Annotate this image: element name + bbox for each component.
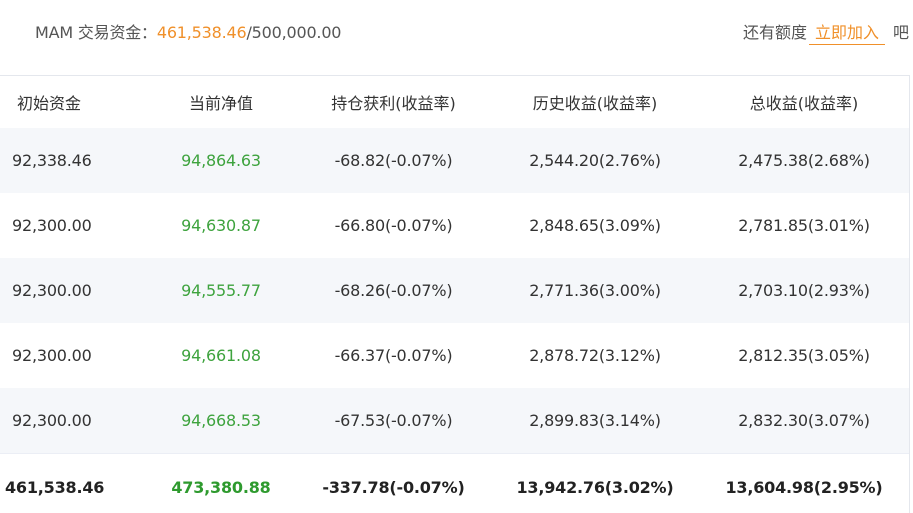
cell-position-profit: -66.80(-0.07%) bbox=[296, 193, 491, 258]
funds-label: MAM 交易资金： bbox=[35, 23, 157, 42]
cell-initial-funds: 92,300.00 bbox=[0, 258, 146, 323]
column-header-net-value: 当前净值 bbox=[146, 76, 296, 128]
top-bar: MAM 交易资金：461,538.46/500,000.00 还有额度 立即加入… bbox=[0, 0, 913, 62]
funds-table-container: 初始资金 当前净值 持仓获利(收益率) 历史收益(收益率) 总收益(收益率) 9… bbox=[0, 75, 910, 513]
cell-net-value: 94,864.63 bbox=[146, 128, 296, 193]
quota-text: 还有额度 bbox=[742, 23, 807, 42]
table-row: 92,300.00 94,661.08 -66.37(-0.07%) 2,878… bbox=[0, 323, 909, 388]
cell-total-profit: 2,475.38(2.68%) bbox=[699, 128, 909, 193]
total-net-value: 473,380.88 bbox=[146, 452, 296, 513]
cell-position-profit: -68.26(-0.07%) bbox=[296, 258, 491, 323]
column-header-history-profit: 历史收益(收益率) bbox=[491, 76, 699, 128]
total-initial-funds: 461,538.46 bbox=[0, 452, 146, 513]
funds-table: 初始资金 当前净值 持仓获利(收益率) 历史收益(收益率) 总收益(收益率) 9… bbox=[0, 76, 909, 513]
mam-funds-summary: MAM 交易资金：461,538.46/500,000.00 bbox=[35, 19, 341, 43]
table-row: 92,300.00 94,668.53 -67.53(-0.07%) 2,899… bbox=[0, 388, 909, 453]
column-header-position-profit: 持仓获利(收益率) bbox=[296, 76, 491, 128]
cell-initial-funds: 92,300.00 bbox=[0, 388, 146, 453]
cell-position-profit: -66.37(-0.07%) bbox=[296, 323, 491, 388]
cell-position-profit: -67.53(-0.07%) bbox=[296, 388, 491, 453]
cell-initial-funds: 92,300.00 bbox=[0, 193, 146, 258]
quota-suffix: 吧 bbox=[892, 23, 909, 42]
quota-notice: 还有额度 立即加入 吧 bbox=[743, 19, 909, 45]
cell-net-value: 94,661.08 bbox=[146, 323, 296, 388]
total-history-profit: 13,942.76(3.02%) bbox=[491, 452, 699, 513]
funds-total-value: 500,000.00 bbox=[251, 23, 342, 42]
cell-history-profit: 2,771.36(3.00%) bbox=[491, 258, 699, 323]
total-position-profit: -337.78(-0.07%) bbox=[296, 452, 491, 513]
cell-total-profit: 2,832.30(3.07%) bbox=[699, 388, 909, 453]
cell-net-value: 94,555.77 bbox=[146, 258, 296, 323]
column-header-initial-funds: 初始资金 bbox=[0, 76, 146, 128]
cell-initial-funds: 92,300.00 bbox=[0, 323, 146, 388]
cell-initial-funds: 92,338.46 bbox=[0, 128, 146, 193]
cell-history-profit: 2,544.20(2.76%) bbox=[491, 128, 699, 193]
join-now-link[interactable]: 立即加入 bbox=[808, 19, 885, 45]
table-row: 92,300.00 94,630.87 -66.80(-0.07%) 2,848… bbox=[0, 193, 909, 258]
cell-net-value: 94,668.53 bbox=[146, 388, 296, 453]
total-total-profit: 13,604.98(2.95%) bbox=[699, 452, 909, 513]
table-row: 92,300.00 94,555.77 -68.26(-0.07%) 2,771… bbox=[0, 258, 909, 323]
cell-total-profit: 2,781.85(3.01%) bbox=[699, 193, 909, 258]
table-header-row: 初始资金 当前净值 持仓获利(收益率) 历史收益(收益率) 总收益(收益率) bbox=[0, 76, 909, 128]
cell-history-profit: 2,848.65(3.09%) bbox=[491, 193, 699, 258]
column-header-total-profit: 总收益(收益率) bbox=[699, 76, 909, 128]
cell-total-profit: 2,812.35(3.05%) bbox=[699, 323, 909, 388]
cell-total-profit: 2,703.10(2.93%) bbox=[699, 258, 909, 323]
cell-history-profit: 2,878.72(3.12%) bbox=[491, 323, 699, 388]
table-row: 92,338.46 94,864.63 -68.82(-0.07%) 2,544… bbox=[0, 128, 909, 193]
cell-position-profit: -68.82(-0.07%) bbox=[296, 128, 491, 193]
funds-used-value: 461,538.46 bbox=[156, 23, 247, 42]
cell-net-value: 94,630.87 bbox=[146, 193, 296, 258]
table-total-row: 461,538.46 473,380.88 -337.78(-0.07%) 13… bbox=[0, 452, 909, 513]
cell-history-profit: 2,899.83(3.14%) bbox=[491, 388, 699, 453]
